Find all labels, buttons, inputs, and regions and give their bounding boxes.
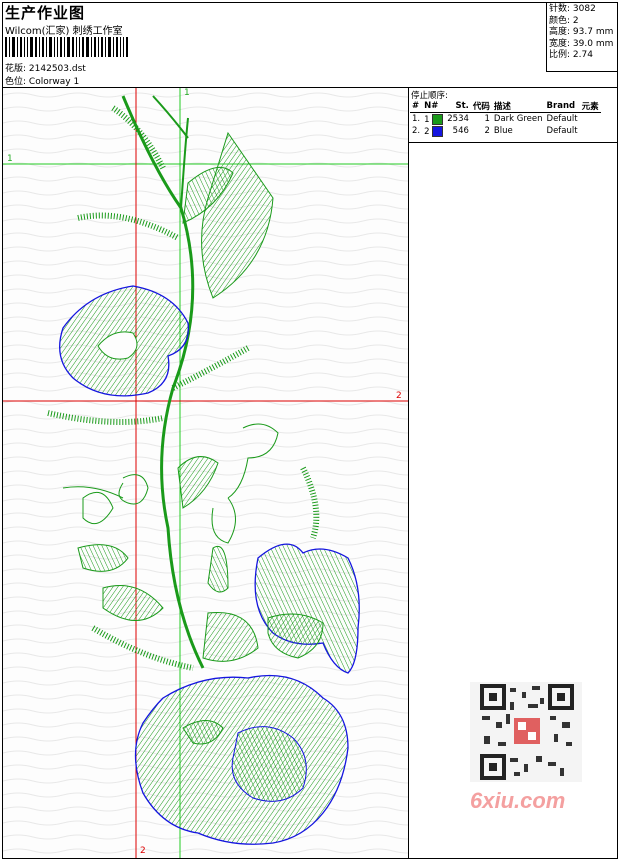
- watermark: 6xiu.com: [470, 788, 566, 813]
- col-index: #: [410, 100, 423, 113]
- colorway-label: 色位:: [5, 77, 27, 87]
- col-stitches: St.: [445, 100, 471, 113]
- color-legend: 停止顺序: # N# St. 代码 描述 Brand 元素 1. 1 2534 …: [409, 88, 618, 143]
- design-file-line: 花版: 2142503.dst: [5, 61, 86, 74]
- guide-label-red-bottom: 2: [140, 846, 146, 856]
- col-element: 元素: [579, 100, 601, 113]
- header-panel: 生产作业图 Wilcom(汇家) 刺绣工作室 花版: 2142503.dst 色…: [0, 0, 546, 88]
- stat-stitches: 针数: 3082: [549, 4, 596, 14]
- embroidery-design: [3, 88, 408, 858]
- company-name: Wilcom(汇家) 刺绣工作室: [5, 26, 123, 37]
- stat-height: 高度: 93.7 mm: [549, 27, 614, 37]
- colorway-value: Colorway 1: [28, 77, 80, 87]
- barcode: [5, 37, 140, 57]
- stats-panel: 针数: 3082 颜色: 2 高度: 93.7 mm 宽度: 39.0 mm 比…: [546, 2, 618, 72]
- col-code: 代码: [470, 100, 492, 113]
- guide-label-red-right: 2: [396, 391, 402, 401]
- color-table: # N# St. 代码 描述 Brand 元素 1. 1 2534 1 Dark…: [410, 100, 601, 137]
- qr-code: [470, 682, 582, 782]
- color-swatch: [432, 113, 444, 125]
- col-description: 描述: [491, 100, 545, 113]
- stat-colors: 颜色: 2: [549, 15, 579, 26]
- stat-scale: 比例: 2.74: [549, 50, 593, 60]
- col-n: N#: [422, 100, 446, 113]
- table-row: 2. 2 546 2 Blue Default: [412, 125, 578, 137]
- col-brand: Brand: [544, 100, 580, 113]
- panel-divider: [408, 87, 409, 859]
- table-row: 1. 1 2534 1 Dark Green Default: [412, 113, 578, 125]
- design-preview: 1 1 2 2: [3, 88, 408, 858]
- page-title: 生产作业图: [5, 4, 86, 22]
- colorway-line: 色位: Colorway 1: [5, 74, 79, 87]
- stat-width: 宽度: 39.0 mm: [549, 38, 614, 49]
- design-file-label: 花版:: [5, 64, 27, 74]
- design-file-value: 2142503.dst: [28, 64, 86, 74]
- guide-label-green-left: 1: [7, 154, 13, 164]
- color-swatch: [432, 125, 444, 137]
- guide-label-green-top: 1: [184, 88, 190, 98]
